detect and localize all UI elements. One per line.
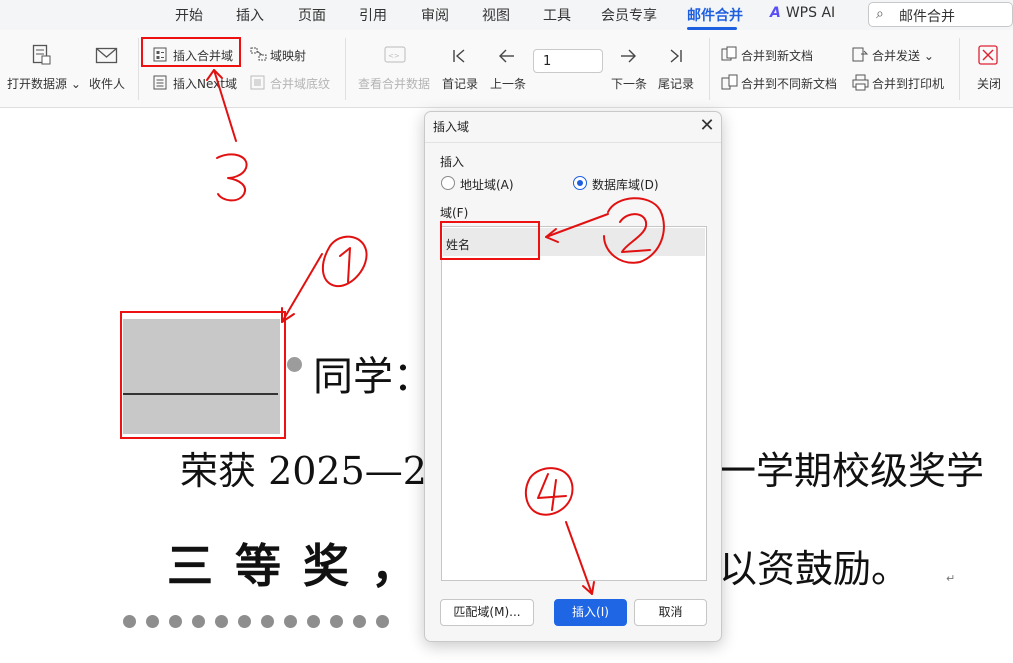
handwritten-1 (339, 247, 351, 283)
wps-writer-window: 开始 插入 页面 引用 审阅 视图 工具 会员专享 邮件合并 A WPS AI ⌕… (0, 0, 1013, 663)
handwritten-2-circle (603, 197, 665, 264)
handwritten-1-circle (321, 235, 368, 288)
arrowhead-icon (206, 69, 223, 81)
annotation-arrow (281, 253, 323, 323)
annotation-arrow (565, 521, 593, 595)
handwritten-3 (216, 153, 248, 202)
annotation-overlay (206, 69, 665, 595)
handwritten-4 (537, 473, 567, 511)
annotation-arrow (545, 213, 609, 238)
annotation-arrow (213, 69, 237, 142)
handwritten-4-circle (524, 467, 574, 516)
handwritten-2 (619, 213, 651, 253)
